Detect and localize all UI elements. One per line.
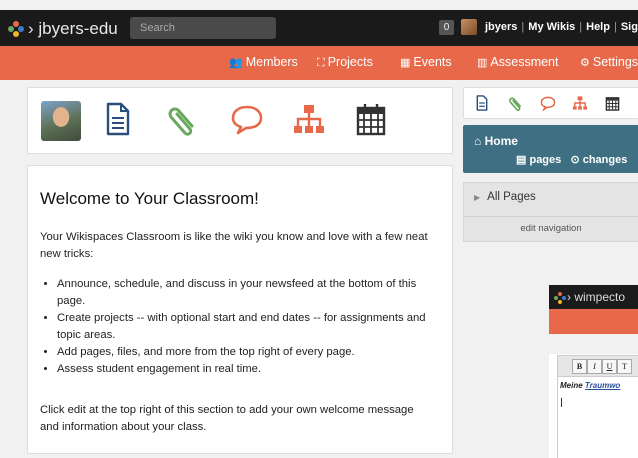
user-avatar[interactable] [461, 19, 477, 35]
wikispaces-logo-icon [554, 292, 566, 304]
editor-toolbar: B I U T [558, 356, 638, 377]
editor-content[interactable]: Meine Traumwo [560, 381, 620, 390]
comment-icon[interactable] [230, 102, 264, 136]
underline-button[interactable]: U [602, 359, 617, 374]
sidebar-actions-card [463, 87, 638, 119]
pages-link[interactable]: ▤ pages [516, 154, 561, 166]
page-icon[interactable] [476, 95, 488, 111]
list-item: Add pages, files, and more from the top … [57, 344, 437, 361]
paperclip-icon[interactable] [508, 95, 523, 111]
help-link[interactable]: Help [586, 21, 610, 33]
search-input[interactable] [130, 17, 276, 39]
overlapping-window: › wimpecto B I U T Meine Traumwo [549, 285, 638, 458]
sitemap-icon[interactable] [572, 95, 588, 111]
notification-badge[interactable]: 0 [439, 20, 454, 35]
clock-icon: ⊙ [570, 154, 580, 166]
bold-button[interactable]: B [572, 359, 587, 374]
profile-photo[interactable] [41, 101, 81, 141]
overlapping-window-title[interactable]: › wimpecto [567, 290, 625, 304]
home-link[interactable]: ⌂ Home [474, 134, 518, 148]
welcome-title: Welcome to Your Classroom! [40, 189, 259, 208]
top-bar: › jbyers-edu 0 jbyers|My Wikis|Help|Sign… [0, 10, 638, 46]
user-links: jbyers|My Wikis|Help|Sign Out [485, 21, 638, 33]
calendar-icon[interactable] [605, 95, 620, 111]
edit-navigation-link[interactable]: edit navigation [464, 223, 638, 234]
all-pages-toggle[interactable]: ▶ All Pages [474, 191, 536, 203]
list-item: Create projects -- with optional start a… [57, 310, 437, 344]
welcome-footer: Click edit at the top right of this sect… [40, 404, 414, 433]
members-icon: 👥 [229, 57, 243, 69]
sign-out-link[interactable]: Sign Out [621, 21, 638, 33]
page-icon[interactable] [106, 102, 130, 136]
text-cursor [561, 398, 562, 407]
triangle-right-icon: ▶ [474, 193, 481, 202]
divider [464, 216, 638, 217]
nav-members[interactable]: 👥 Members [229, 55, 298, 69]
nav-assessment[interactable]: ▥ Assessment [477, 55, 559, 69]
username-link[interactable]: jbyers [485, 21, 517, 33]
overlapping-window-background [549, 334, 638, 354]
page-actions-card [27, 87, 453, 154]
text-style-button[interactable]: T [617, 359, 632, 374]
main-nav: 👥 Members ⛶ Projects ▦ Events ▥ Assessment ⚙… [0, 46, 638, 80]
gear-icon: ⚙ [580, 57, 590, 69]
page-icon: ▤ [516, 154, 527, 166]
home-icon: ⌂ [474, 134, 482, 148]
home-sublinks: ▤ pages ⊙ changes [516, 153, 627, 166]
nav-settings[interactable]: ⚙ Settings [580, 55, 638, 69]
overlapping-window-nav [549, 309, 638, 334]
calendar-icon: ▦ [400, 57, 411, 69]
italic-button[interactable]: I [587, 359, 602, 374]
paperclip-icon[interactable] [166, 102, 198, 136]
assessment-icon: ▥ [477, 57, 488, 69]
my-wikis-link[interactable]: My Wikis [528, 21, 575, 33]
list-item: Announce, schedule, and discuss in your … [57, 276, 437, 310]
nav-events[interactable]: ▦ Events [400, 55, 452, 69]
wiki-title[interactable]: › jbyers-edu [28, 19, 118, 39]
wikispaces-logo-icon[interactable] [8, 21, 24, 37]
sitemap-icon[interactable] [292, 102, 326, 136]
calendar-icon[interactable] [356, 102, 386, 136]
projects-icon: ⛶ [317, 57, 325, 69]
editor-link[interactable]: Traumwo [585, 381, 620, 390]
welcome-section: Welcome to Your Classroom! Your Wikispac… [27, 165, 453, 454]
welcome-intro: Your Wikispaces Classroom is like the wi… [40, 231, 428, 260]
rich-text-editor[interactable]: B I U T Meine Traumwo [557, 355, 638, 458]
feature-list: Announce, schedule, and discuss in your … [40, 276, 437, 378]
home-nav-box[interactable]: ⌂ Home ▤ pages ⊙ changes [463, 125, 638, 173]
list-item: Assess student engagement in real time. [57, 361, 437, 378]
all-pages-box: ▶ All Pages edit navigation [463, 182, 638, 242]
nav-projects[interactable]: ⛶ Projects [317, 55, 373, 70]
changes-link[interactable]: ⊙ changes [570, 154, 627, 166]
comment-icon[interactable] [540, 95, 556, 111]
overlapping-window-topbar: › wimpecto [549, 285, 638, 309]
